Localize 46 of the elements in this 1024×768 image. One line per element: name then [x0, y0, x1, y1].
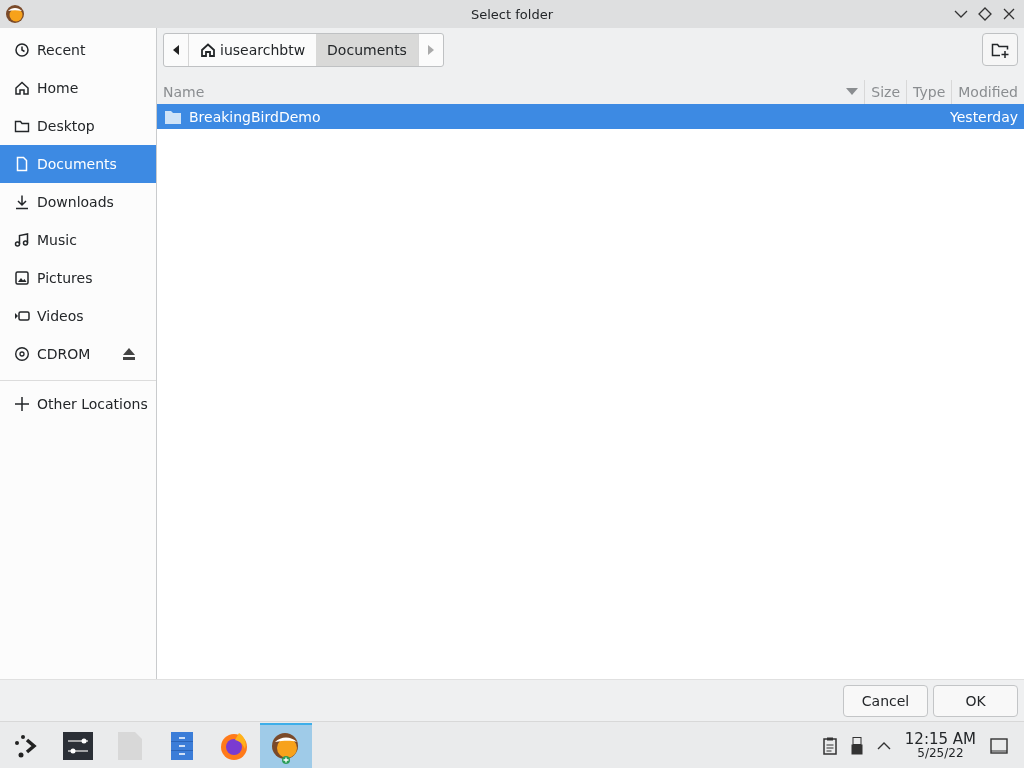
- path-segment[interactable]: iusearchbtw: [189, 33, 317, 66]
- modified-date: Yesterday: [949, 108, 1019, 125]
- show-desktop-icon[interactable]: [990, 737, 1008, 754]
- usb-drive-icon[interactable]: [850, 736, 863, 755]
- eject-icon[interactable]: [122, 348, 136, 360]
- file-row[interactable]: BreakingBirdDemo Yesterday: [157, 104, 1024, 129]
- clock-time[interactable]: 12:15 AM: [904, 732, 976, 747]
- music-note-icon: [14, 232, 30, 248]
- sliders-icon[interactable]: [63, 731, 93, 760]
- maximize-icon[interactable]: [976, 5, 994, 23]
- sidebar-item[interactable]: Desktop: [0, 107, 156, 145]
- dialog-button[interactable]: Cancel: [843, 684, 928, 717]
- folder-icon: [165, 109, 181, 124]
- sidebar-item[interactable]: Recent: [0, 31, 156, 69]
- clock-icon: [14, 42, 30, 58]
- path-segment[interactable]: Documents: [316, 33, 418, 66]
- sidebar-item[interactable]: Home: [0, 69, 156, 107]
- sidebar-item[interactable]: Documents: [0, 145, 156, 183]
- back-arrow-icon[interactable]: [172, 44, 180, 55]
- plus-icon: [14, 396, 30, 412]
- file-name: BreakingBirdDemo: [189, 108, 321, 125]
- image-icon: [14, 270, 30, 286]
- download-icon: [14, 194, 30, 210]
- window-title: Select folder: [471, 6, 553, 22]
- folder-icon: [14, 118, 30, 134]
- clock-date[interactable]: 5/25/22: [917, 747, 964, 759]
- sidebar-item[interactable]: CDROM: [0, 335, 156, 373]
- document-icon: [14, 156, 30, 172]
- home-icon[interactable]: [200, 41, 216, 58]
- disc-icon: [14, 346, 30, 362]
- file-cabinet-icon[interactable]: [171, 731, 193, 760]
- video-camera-icon: [14, 308, 30, 324]
- sidebar-item[interactable]: Other Locations: [0, 385, 156, 423]
- launcher-icon[interactable]: [13, 732, 39, 759]
- chevron-up-icon[interactable]: [876, 740, 891, 751]
- home-icon: [14, 80, 30, 96]
- sidebar-item[interactable]: Pictures: [0, 259, 156, 297]
- dialog-button[interactable]: OK: [933, 684, 1018, 717]
- browser-icon[interactable]: [219, 730, 249, 761]
- sidebar-item[interactable]: Music: [0, 221, 156, 259]
- sidebar-item[interactable]: Downloads: [0, 183, 156, 221]
- sort-caret-icon[interactable]: [846, 88, 859, 96]
- sidebar-item[interactable]: Videos: [0, 297, 156, 335]
- app-icon: [5, 4, 25, 24]
- new-folder-button[interactable]: [982, 33, 1018, 66]
- clipboard-icon[interactable]: [822, 736, 837, 755]
